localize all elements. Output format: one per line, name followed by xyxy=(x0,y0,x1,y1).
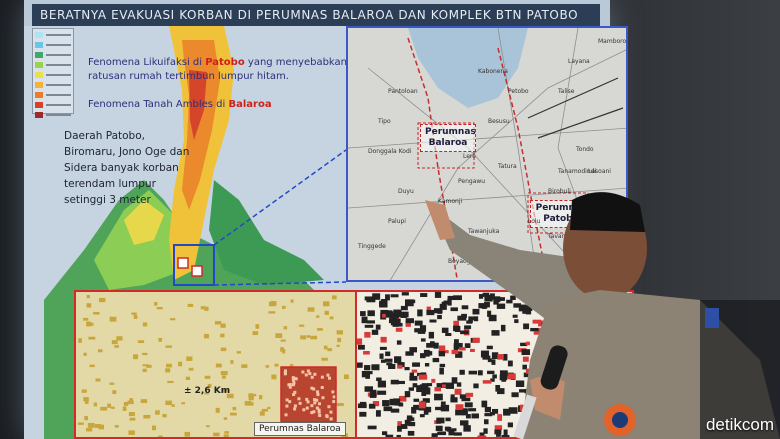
detikcom-watermark: detikcom xyxy=(705,415,774,434)
presenter xyxy=(425,192,780,439)
